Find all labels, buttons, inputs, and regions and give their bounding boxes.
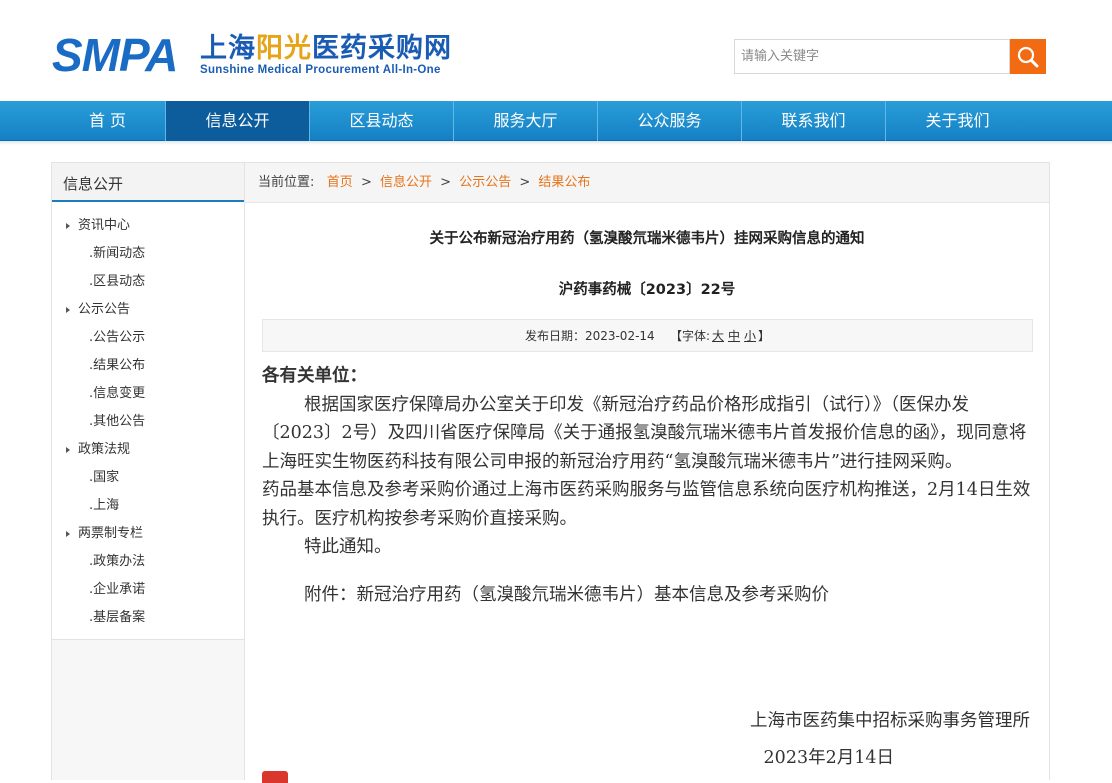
breadcrumb-separator: > — [360, 175, 372, 190]
sidebar-item-district-news[interactable]: .区县动态 — [52, 268, 244, 296]
paragraph-1: 根据国家医疗保障局办公室关于印发《新冠治疗药品价格形成指引（试行）》（医保办发〔… — [262, 391, 1037, 477]
sidebar-item-two-invoice[interactable]: 两票制专栏 — [52, 520, 244, 548]
main-content: 当前位置: 首页 > 信息公开 > 公示公告 > 结果公布 关于公布新冠治疗用药… — [245, 162, 1050, 783]
sidebar: 信息公开 资讯中心 .新闻动态 .区县动态 公示公告 .公告公示 .结果公布 .… — [51, 162, 245, 640]
publish-date: 发布日期：2023-02-14 — [524, 329, 655, 343]
sidebar-item-national[interactable]: .国家 — [52, 464, 244, 492]
breadcrumb-separator: > — [519, 175, 531, 190]
search-box — [734, 39, 1010, 74]
sidebar-item-other-notice[interactable]: .其他公告 — [52, 408, 244, 436]
search-icon — [1017, 46, 1039, 67]
sidebar-item-announcements[interactable]: 公示公告 — [52, 296, 244, 324]
paragraph-2: 药品基本信息及参考采购价通过上海市医药采购服务与监管信息系统向医疗机构推送，2月… — [262, 480, 1031, 529]
search-input[interactable] — [735, 40, 1009, 73]
sidebar-item-notice[interactable]: .公告公示 — [52, 324, 244, 352]
logo-chinese-name: 上海阳光医药采购网 — [200, 34, 452, 64]
font-size-small[interactable]: 小 — [744, 329, 756, 343]
caret-right-icon — [66, 531, 70, 537]
nav-item-contact[interactable]: 联系我们 — [742, 101, 885, 141]
font-size-medium[interactable]: 中 — [728, 329, 740, 343]
sidebar-item-news[interactable]: .新闻动态 — [52, 240, 244, 268]
font-size-large[interactable]: 大 — [712, 329, 724, 343]
nav-item-district[interactable]: 区县动态 — [310, 101, 453, 141]
sidebar-item-label: 政策法规 — [78, 442, 131, 457]
site-logo[interactable]: SMPA 上海阳光医药采购网 Sunshine Medical Procurem… — [52, 32, 472, 80]
font-size-close: 】 — [758, 329, 771, 343]
site-header: SMPA 上海阳光医药采购网 Sunshine Medical Procurem… — [0, 0, 1112, 100]
sidebar-item-grassroots-filing[interactable]: .基层备案 — [52, 604, 244, 632]
logo-english-name: Sunshine Medical Procurement All-In-One — [200, 64, 441, 76]
nav-item-about[interactable]: 关于我们 — [886, 101, 1029, 141]
logo-cn-part1: 上海 — [200, 33, 256, 64]
sidebar-item-label: 公示公告 — [78, 302, 131, 317]
caret-right-icon — [66, 223, 70, 229]
signer: 上海市医药集中招标采购事务管理所 — [750, 711, 1030, 731]
sidebar-item-info-change[interactable]: .信息变更 — [52, 380, 244, 408]
sidebar-item-shanghai[interactable]: .上海 — [52, 492, 244, 520]
paragraph-3: 特此通知。 — [304, 537, 392, 557]
main-nav: 首 页 信息公开 区县动态 服务大厅 公众服务 联系我们 关于我们 — [0, 101, 1112, 141]
nav-item-service-hall[interactable]: 服务大厅 — [454, 101, 597, 141]
sign-date: 2023年2月14日 — [763, 748, 894, 768]
logo-abbr: SMPA — [52, 29, 178, 81]
breadcrumb-home[interactable]: 首页 — [327, 175, 353, 190]
document-number: 沪药事药械〔2023〕22号 — [558, 282, 736, 298]
breadcrumb-results[interactable]: 结果公布 — [538, 175, 590, 190]
sidebar-item-policy-measures[interactable]: .政策办法 — [52, 548, 244, 576]
salutation: 各有关单位： — [262, 366, 367, 386]
sidebar-filler — [51, 640, 245, 780]
logo-cn-part2: 阳光 — [256, 33, 312, 64]
sidebar-item-policies[interactable]: 政策法规 — [52, 436, 244, 464]
breadcrumb-info[interactable]: 信息公开 — [380, 175, 432, 190]
logo-cn-part3: 医药采购网 — [312, 33, 452, 64]
sidebar-title: 信息公开 — [52, 162, 244, 202]
article-title: 关于公布新冠治疗用药（氢溴酸氘瑞米德韦片）挂网采购信息的通知 — [429, 231, 865, 247]
search-button[interactable] — [1010, 39, 1046, 74]
breadcrumb-separator: > — [440, 175, 452, 190]
nav-shadow — [0, 141, 1112, 145]
attachment-text: 附件：新冠治疗用药（氢溴酸氘瑞米德韦片）基本信息及参考采购价 — [304, 584, 829, 605]
breadcrumb-prefix: 当前位置: — [258, 175, 315, 190]
article-meta: 发布日期：2023-02-14 【字体: 大中小】 — [262, 319, 1033, 352]
sidebar-item-company-commitment[interactable]: .企业承诺 — [52, 576, 244, 604]
caret-right-icon — [66, 447, 70, 453]
caret-right-icon — [66, 307, 70, 313]
paragraph-1-text: 根据国家医疗保障局办公室关于印发《新冠治疗药品价格形成指引（试行）》（医保办发〔… — [262, 394, 1027, 472]
font-size-label: 【字体: — [669, 329, 710, 343]
nav-item-info[interactable]: 信息公开 — [166, 101, 309, 141]
sidebar-item-label: 两票制专栏 — [78, 526, 144, 541]
sidebar-item-results[interactable]: .结果公布 — [52, 352, 244, 380]
sidebar-item-news-center[interactable]: 资讯中心 — [52, 212, 244, 240]
sidebar-item-label: 资讯中心 — [78, 218, 131, 233]
signature-block: 上海市医药集中招标采购事务管理所 2023年2月14日 — [245, 703, 1030, 777]
sidebar-menu: 资讯中心 .新闻动态 .区县动态 公示公告 .公告公示 .结果公布 .信息变更 … — [52, 202, 244, 632]
breadcrumb: 当前位置: 首页 > 信息公开 > 公示公告 > 结果公布 — [245, 163, 1049, 203]
pdf-icon[interactable] — [262, 771, 288, 783]
nav-item-public-service[interactable]: 公众服务 — [598, 101, 741, 141]
nav-item-home[interactable]: 首 页 — [50, 101, 165, 141]
article-body: 各有关单位： 根据国家医疗保障局办公室关于印发《新冠治疗药品价格形成指引（试行）… — [262, 362, 1037, 609]
breadcrumb-announcements[interactable]: 公示公告 — [459, 175, 511, 190]
